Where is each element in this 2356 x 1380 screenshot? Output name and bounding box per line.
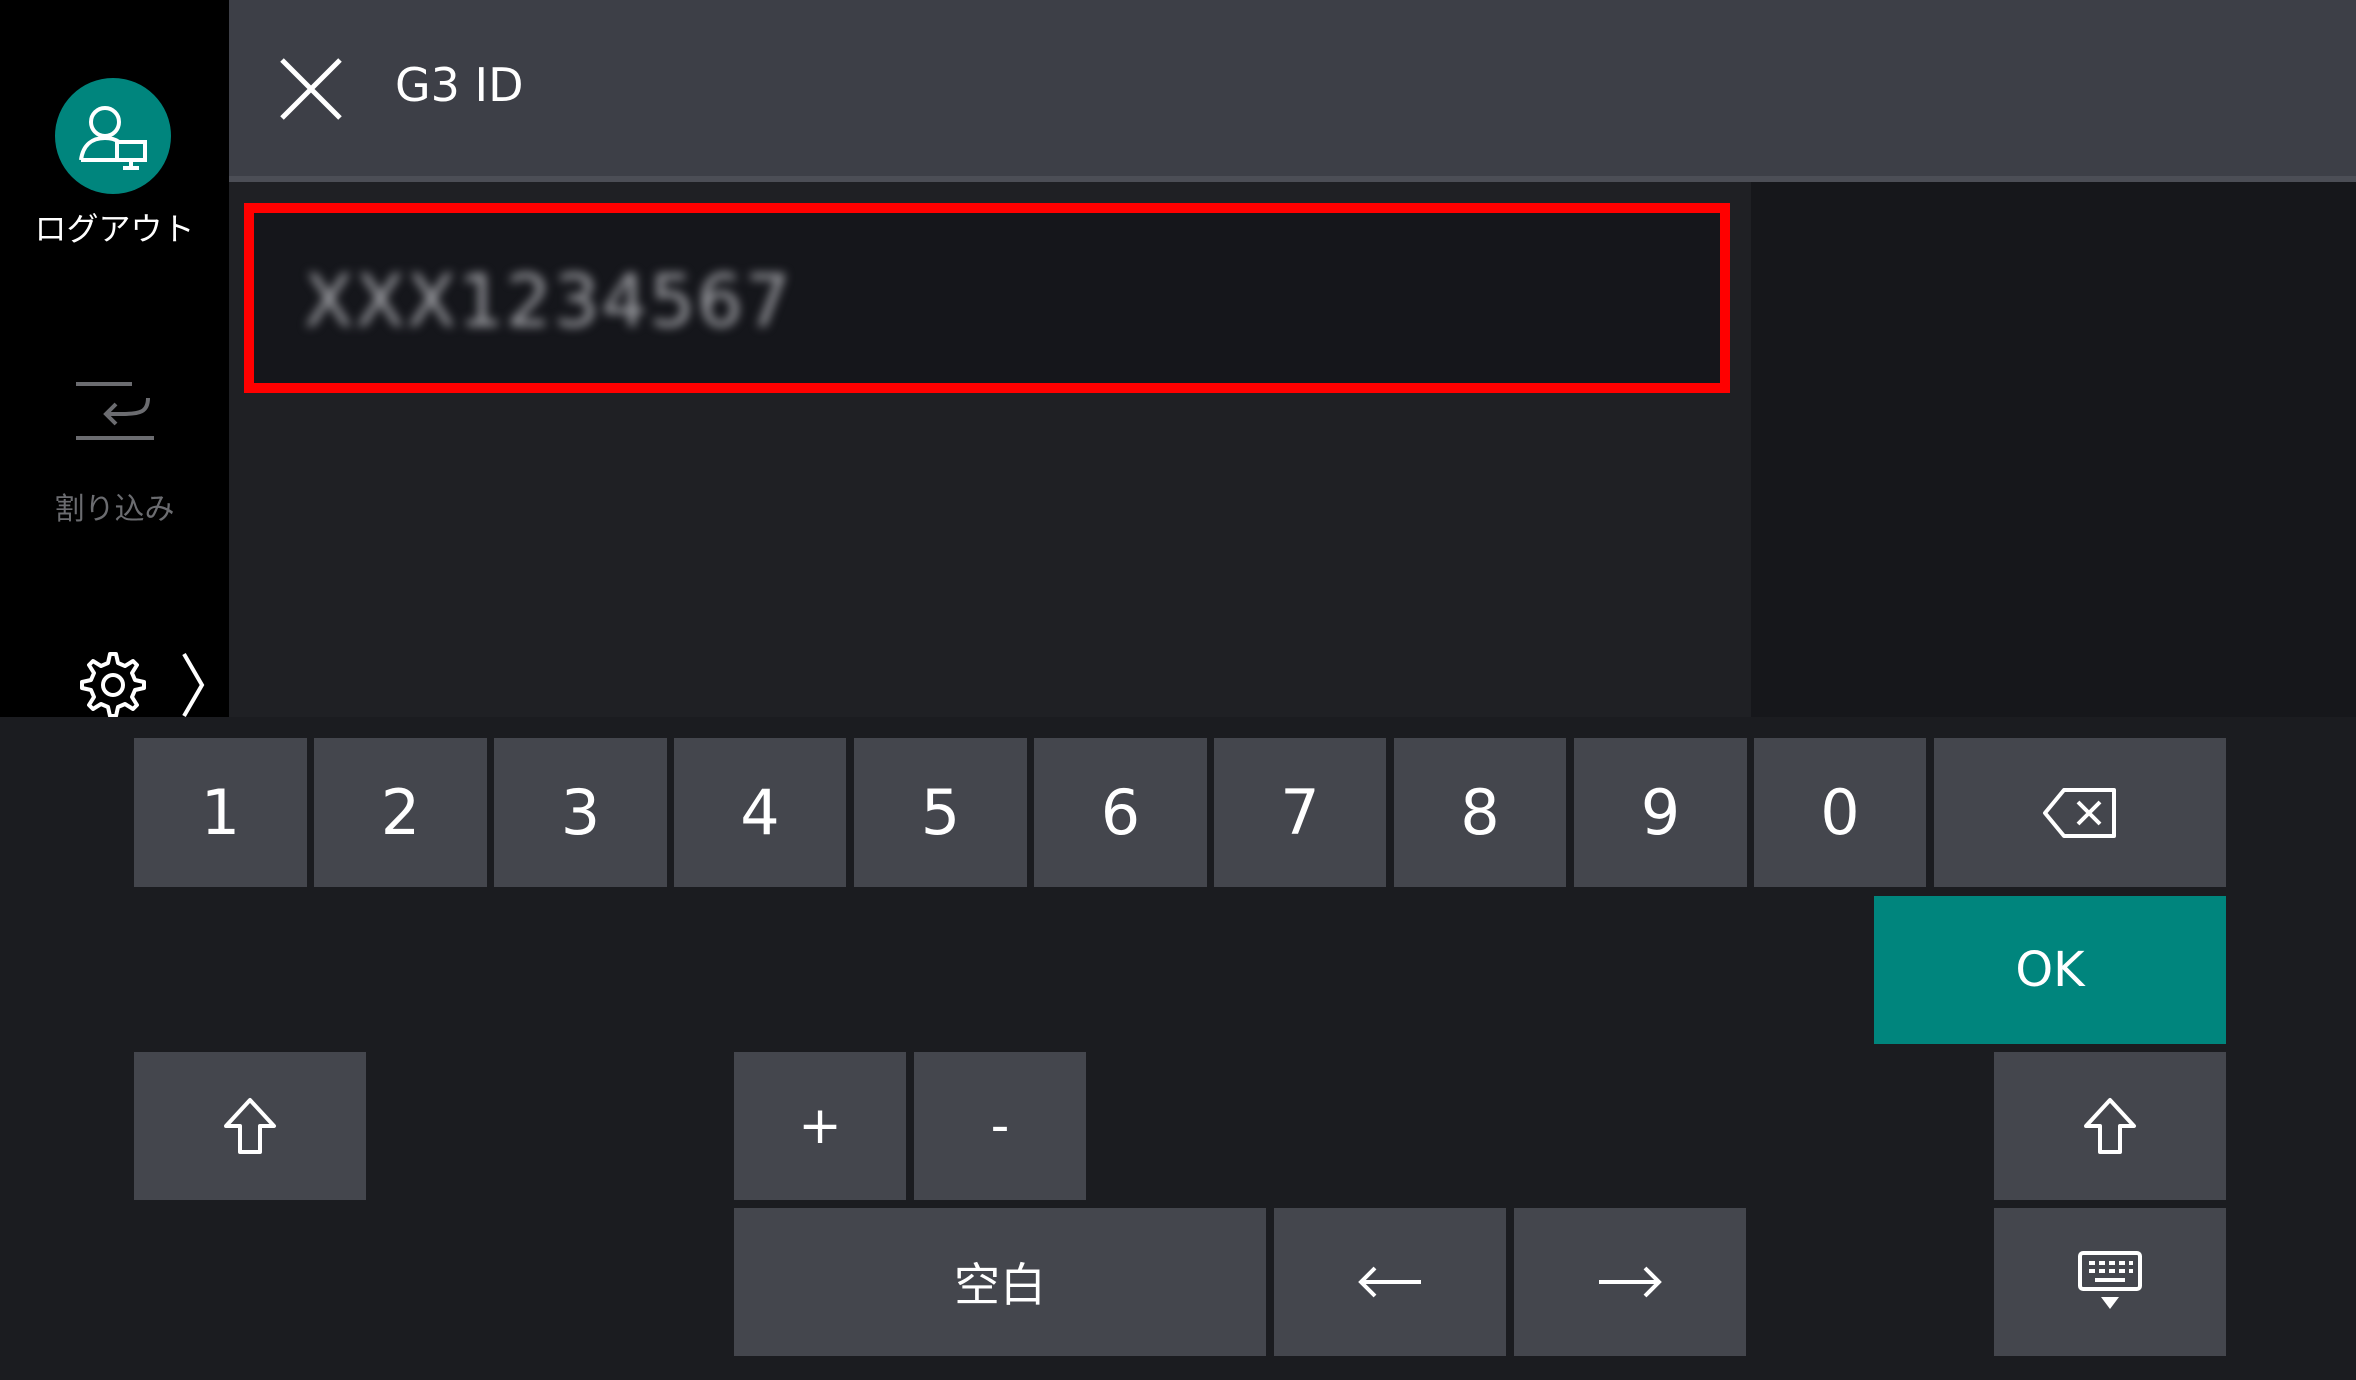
input-value: XXX1234567 xyxy=(304,259,793,343)
logout-label[interactable]: ログアウト xyxy=(0,204,229,250)
key-7[interactable]: 7 xyxy=(1214,738,1386,887)
header-bar xyxy=(229,0,2356,176)
arrow-left-icon xyxy=(1358,1266,1421,1298)
chevron-right-icon[interactable] xyxy=(178,650,208,720)
key-3[interactable]: 3 xyxy=(494,738,667,887)
side-panel xyxy=(1751,182,2356,717)
gear-icon[interactable] xyxy=(78,650,148,720)
arrow-right-icon xyxy=(1599,1266,1662,1298)
close-icon[interactable] xyxy=(278,56,344,122)
key-5[interactable]: 5 xyxy=(854,738,1027,887)
shift-icon xyxy=(224,1098,276,1154)
plus-key[interactable]: + xyxy=(734,1052,906,1200)
keyboard-hide-icon xyxy=(2078,1251,2142,1309)
page-title: G3 ID xyxy=(395,58,524,112)
shift-icon xyxy=(2084,1098,2136,1154)
key-2[interactable]: 2 xyxy=(314,738,487,887)
minus-key[interactable]: - xyxy=(914,1052,1086,1200)
sidebar: ログアウト 割り込み xyxy=(0,0,229,720)
key-9[interactable]: 9 xyxy=(1574,738,1747,887)
shift-right-key[interactable] xyxy=(1994,1052,2226,1200)
hide-keyboard-key[interactable] xyxy=(1994,1208,2226,1356)
key-1[interactable]: 1 xyxy=(134,738,307,887)
interrupt-label: 割り込み xyxy=(54,492,175,527)
id-input-field[interactable]: XXX1234567 xyxy=(244,203,1730,393)
interrupt-icon xyxy=(76,382,154,440)
backspace-key[interactable] xyxy=(1934,738,2226,887)
backspace-icon xyxy=(2043,787,2116,838)
shift-left-key[interactable] xyxy=(134,1052,366,1200)
cursor-right-key[interactable] xyxy=(1514,1208,1746,1356)
key-4[interactable]: 4 xyxy=(674,738,846,887)
key-8[interactable]: 8 xyxy=(1394,738,1566,887)
space-key[interactable]: 空白 xyxy=(734,1208,1266,1356)
key-0[interactable]: 0 xyxy=(1754,738,1926,887)
ok-button[interactable]: OK xyxy=(1874,896,2226,1044)
cursor-left-key[interactable] xyxy=(1274,1208,1506,1356)
key-6[interactable]: 6 xyxy=(1034,738,1207,887)
logout-button[interactable] xyxy=(55,78,171,194)
user-logout-icon xyxy=(79,106,147,170)
